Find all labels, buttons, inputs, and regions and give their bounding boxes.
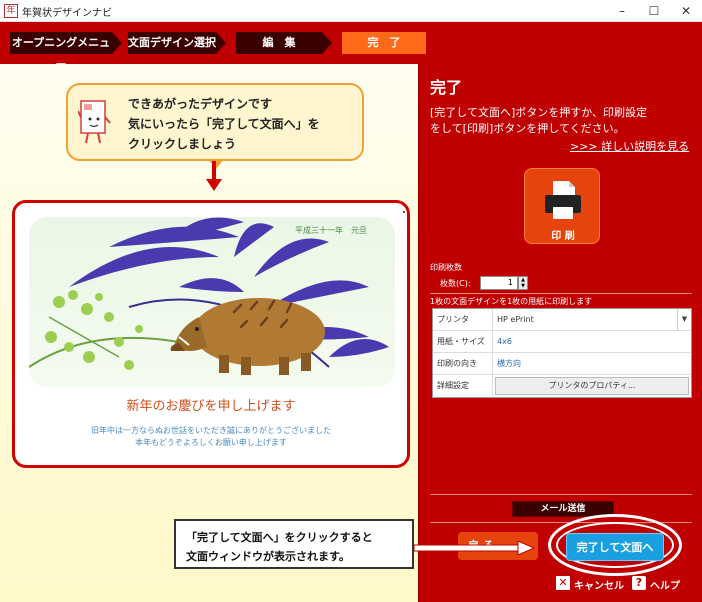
orientation-row[interactable]: 印刷の向き 横方向 bbox=[433, 353, 691, 375]
title-bar: 年 年賀状デザインナビ – ☐ ✕ bbox=[0, 0, 702, 22]
control-panel: 完了 [完了して文面へ]ボタンを押すか、印刷設定 をして[印刷]ボタンを押してく… bbox=[418, 64, 702, 602]
right-arrow-icon bbox=[414, 541, 534, 555]
finish-to-text-button[interactable]: 完了して文面へ bbox=[566, 533, 664, 561]
step-opening-menu[interactable]: オープニングメニュー bbox=[10, 32, 112, 71]
print-settings: プリンタ HP ePrint ▼ 用紙・サイズ 4x6 印刷の向き 横方向 詳細… bbox=[432, 308, 692, 398]
card-preview: 平成三十一年 元旦 新年のお慶びを申し上げます 旧年中は一方ならぬお世話をいただ… bbox=[12, 200, 410, 468]
guide-line-3: クリックしましょう bbox=[128, 137, 237, 151]
cancel-label: キャンセル bbox=[574, 581, 624, 592]
step-arrow-icon bbox=[322, 32, 332, 54]
panel-title: 完了 bbox=[430, 78, 463, 97]
guide-bubble: できあがったデザインです 気にいったら「完了して文面へ」を クリックしましょう bbox=[66, 83, 364, 161]
printer-label: プリンタ bbox=[433, 309, 493, 330]
paper-size-label: 用紙・サイズ bbox=[433, 331, 493, 352]
card-greeting: 新年のお慶びを申し上げます bbox=[126, 399, 296, 414]
step-edit[interactable]: 編 集 bbox=[236, 32, 322, 54]
print-button[interactable]: 印 刷 bbox=[524, 168, 600, 244]
printer-value: HP ePrint bbox=[497, 315, 534, 324]
panel-description-2: をして[印刷]ボタンを押してください。 bbox=[430, 122, 625, 135]
paper-size-value: 4x6 bbox=[497, 337, 512, 346]
detail-settings-label: 詳細設定 bbox=[433, 375, 493, 396]
copies-input[interactable]: 1 bbox=[480, 276, 518, 290]
close-icon: ✕ bbox=[556, 576, 570, 590]
card-message-line-1: 旧年中は一方ならぬお世話をいただき誠にありがとうございました bbox=[91, 426, 331, 435]
guide-line-1: できあがったデザインです bbox=[128, 97, 273, 111]
printer-properties-button[interactable]: プリンタのプロパティ... bbox=[495, 377, 689, 395]
card-date: 平成三十一年 元旦 bbox=[295, 226, 367, 235]
postcard-mascot-icon bbox=[78, 100, 111, 144]
minimize-button[interactable]: – bbox=[610, 2, 634, 20]
printer-row[interactable]: プリンタ HP ePrint ▼ bbox=[433, 309, 691, 331]
help-label: ヘルプ bbox=[650, 581, 680, 592]
step-navigation: オープニングメニュー 文面デザイン選択 編 集 完 了 bbox=[0, 22, 702, 71]
step-complete: 完 了 bbox=[342, 32, 426, 54]
window-title: 年賀状デザインナビ bbox=[22, 8, 112, 19]
down-arrow-icon bbox=[212, 161, 216, 181]
panel-description-1: [完了して文面へ]ボタンを押すか、印刷設定 bbox=[430, 106, 648, 119]
print-label: 印 刷 bbox=[551, 231, 575, 242]
detail-settings-row: 詳細設定 プリンタのプロパティ... bbox=[433, 375, 691, 397]
question-icon: ? bbox=[632, 576, 646, 590]
copies-info: 1枚の文面デザインを1枚の用紙に印刷します bbox=[430, 297, 593, 306]
paper-size-row[interactable]: 用紙・サイズ 4x6 bbox=[433, 331, 691, 353]
printer-icon bbox=[545, 181, 581, 219]
down-arrow-head bbox=[206, 179, 222, 191]
boar-illustration bbox=[29, 217, 395, 387]
copies-stepper[interactable]: ▲ ▼ bbox=[518, 276, 528, 290]
guide-line-2: 気にいったら「完了して文面へ」を bbox=[128, 117, 320, 131]
orientation-value: 横方向 bbox=[497, 359, 521, 368]
maximize-button[interactable]: ☐ bbox=[642, 2, 666, 20]
orientation-label: 印刷の向き bbox=[433, 353, 493, 374]
bubble-tail bbox=[208, 159, 224, 169]
callout-line-1: 「完了して文面へ」をクリックすると bbox=[186, 531, 373, 544]
step-design-select[interactable]: 文面デザイン選択 bbox=[128, 32, 216, 54]
detail-help-link[interactable]: >>> 詳しい説明を見る bbox=[570, 138, 689, 154]
step-arrow-icon bbox=[112, 32, 122, 54]
copies-label: 枚数(C): bbox=[440, 279, 471, 288]
chevron-down-icon[interactable]: ▼ bbox=[677, 309, 691, 330]
copies-section-label: 印刷枚数 bbox=[430, 263, 462, 272]
callout-line-2: 文面ウィンドウが表示されます。 bbox=[186, 550, 350, 563]
close-button[interactable]: ✕ bbox=[674, 2, 698, 20]
card-message-line-2: 本年もどうぞよろしくお願い申し上げます bbox=[135, 438, 287, 447]
app-icon: 年 bbox=[4, 4, 18, 18]
step-arrow-icon bbox=[216, 32, 226, 54]
instruction-callout: 「完了して文面へ」をクリックすると 文面ウィンドウが表示されます。 bbox=[174, 519, 414, 569]
